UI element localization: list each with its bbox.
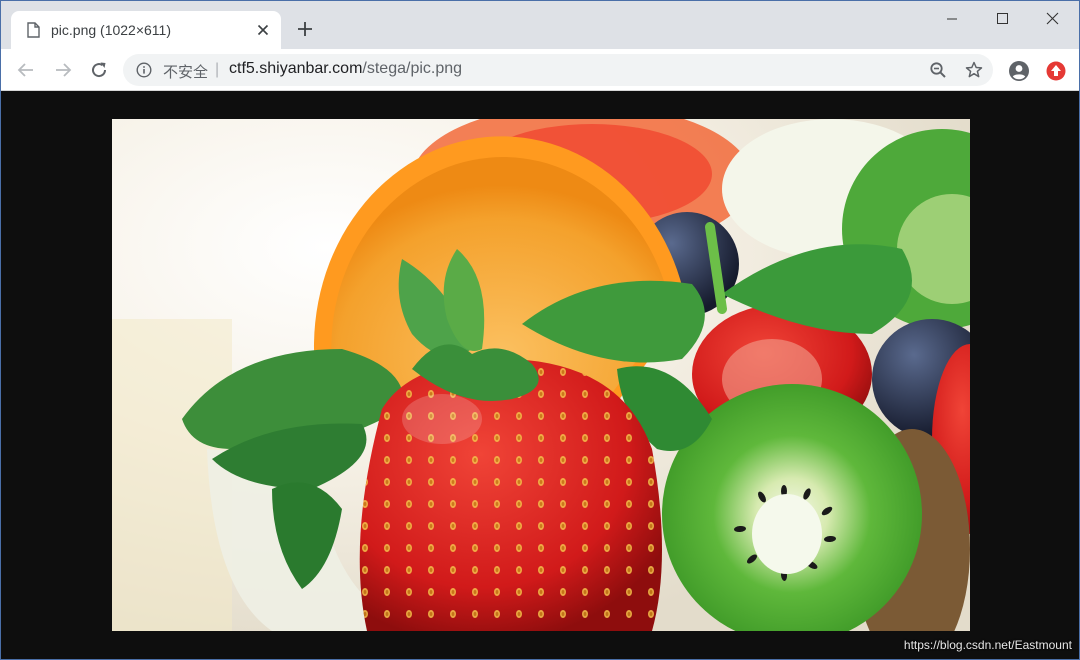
reload-icon[interactable] <box>87 58 111 82</box>
forward-arrow-icon[interactable] <box>51 58 75 82</box>
file-icon <box>27 22 40 38</box>
tab-active[interactable]: pic.png (1022×611) <box>11 11 281 49</box>
back-arrow-icon[interactable] <box>14 58 38 82</box>
tab-title: pic.png (1022×611) <box>51 22 171 38</box>
browser-window: pic.png (1022×611) 不安全 | ctf5.shiyanbar.… <box>0 0 1080 660</box>
navigation-toolbar: 不安全 | ctf5.shiyanbar.com/stega/pic.png <box>1 49 1079 91</box>
tab-close-icon[interactable] <box>253 20 273 40</box>
minimize-icon[interactable] <box>929 7 975 31</box>
url-text[interactable]: ctf5.shiyanbar.com/stega/pic.png <box>229 60 462 78</box>
info-icon[interactable] <box>136 62 152 78</box>
url-separator: | <box>215 61 220 78</box>
profile-avatar-icon[interactable] <box>1007 59 1031 83</box>
address-bar[interactable]: 不安全 | ctf5.shiyanbar.com/stega/pic.png <box>123 54 993 86</box>
url-host: ctf5.shiyanbar.com <box>229 60 363 77</box>
tab-strip: pic.png (1022×611) <box>1 1 1079 49</box>
security-label[interactable]: 不安全 <box>163 61 208 82</box>
url-path: /stega/pic.png <box>362 60 463 77</box>
bookmark-star-icon[interactable] <box>964 60 984 80</box>
watermark-text: https://blog.csdn.net/Eastmount <box>903 638 1072 652</box>
new-tab-icon[interactable] <box>295 19 315 39</box>
zoom-icon[interactable] <box>929 61 947 79</box>
close-icon[interactable] <box>1029 7 1075 31</box>
extension-icon[interactable] <box>1045 60 1067 82</box>
page-viewport: https://blog.csdn.net/Eastmount <box>2 92 1079 659</box>
maximize-icon[interactable] <box>979 7 1025 31</box>
fruit-image[interactable] <box>112 119 970 631</box>
